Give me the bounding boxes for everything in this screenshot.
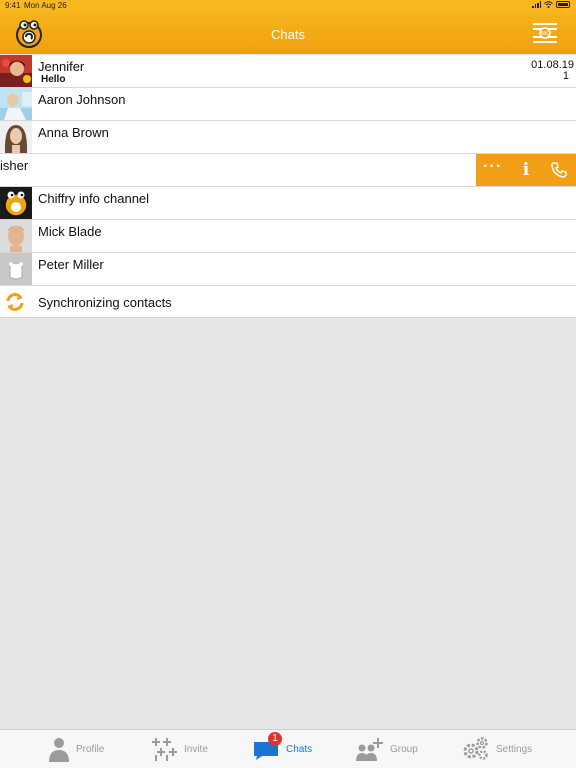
tab-profile[interactable]: Profile [48, 730, 104, 768]
chat-row-chiffry-info-channel[interactable]: Chiffry info channel [0, 187, 576, 220]
avatar [0, 220, 32, 252]
row-actions: ··· i [476, 154, 576, 186]
group-icon [356, 738, 383, 761]
chat-row-jennifer[interactable]: Jennifer Hello 01.08.19 1 [0, 55, 576, 88]
svg-text:ABC: ABC [540, 31, 551, 37]
chat-row-swiped[interactable]: isher ··· i [0, 154, 576, 187]
contact-name: isher [0, 158, 29, 173]
sync-row: Synchronizing contacts [0, 286, 576, 318]
tab-chats[interactable]: 1 Chats [254, 730, 312, 768]
sync-label: Synchronizing contacts [38, 295, 172, 310]
avatar [0, 88, 32, 120]
unread-count: 1 [562, 70, 569, 82]
tab-label: Invite [184, 743, 208, 755]
contact-name: Chiffry info channel [38, 191, 150, 206]
contact-name: Anna Brown [38, 125, 109, 140]
avatar [0, 253, 32, 285]
tab-group[interactable]: Group [356, 730, 418, 768]
contact-name: Aaron Johnson [38, 92, 126, 107]
unread-badge: 1 [268, 732, 282, 746]
tab-label: Settings [496, 743, 533, 755]
battery-icon [556, 1, 570, 8]
tab-bar: Profile Invite 1 Chats Group Settings [0, 729, 576, 768]
tab-label: Group [390, 743, 418, 755]
avatar [0, 121, 32, 153]
tab-settings[interactable]: Settings [462, 730, 532, 768]
profile-icon [49, 738, 69, 762]
chat-row-peter-miller[interactable]: Peter Miller [0, 253, 576, 286]
settings-gear-icon [463, 737, 488, 760]
sync-icon [6, 293, 24, 311]
chat-row-mick-blade[interactable]: Mick Blade [0, 220, 576, 253]
info-button[interactable]: i [509, 154, 542, 186]
invite-icon [152, 738, 177, 761]
chat-list: Jennifer Hello 01.08.19 1 Aaron Johnson … [0, 55, 576, 318]
contact-name: Peter Miller [38, 257, 104, 272]
tab-label: Chats [286, 743, 313, 755]
phone-icon [551, 162, 568, 178]
contact-name: Jennifer [38, 59, 85, 74]
system-indicators [532, 1, 570, 8]
tab-invite[interactable]: Invite [152, 730, 208, 768]
nav-bar: Chats ABC [0, 12, 576, 54]
menu-icon[interactable]: ABC [532, 21, 558, 45]
avatar [0, 187, 32, 219]
chat-row-aaron-johnson[interactable]: Aaron Johnson [0, 88, 576, 121]
signal-icon [532, 1, 541, 8]
more-icon: ··· [483, 158, 503, 175]
tab-label: Profile [76, 743, 105, 755]
more-button[interactable]: ··· [476, 154, 509, 186]
message-preview: Hello [41, 74, 66, 85]
chat-row-anna-brown[interactable]: Anna Brown [0, 121, 576, 154]
page-title: Chats [271, 27, 305, 42]
info-icon: i [522, 160, 530, 180]
contact-name: Mick Blade [38, 224, 102, 239]
status-date: Mon Aug 26 [24, 1, 67, 10]
wifi-icon [544, 1, 553, 8]
status-time: 9:41 [5, 1, 21, 10]
call-button[interactable] [543, 154, 576, 186]
status-bar: 9:41 Mon Aug 26 [0, 0, 576, 12]
avatar [0, 55, 32, 87]
